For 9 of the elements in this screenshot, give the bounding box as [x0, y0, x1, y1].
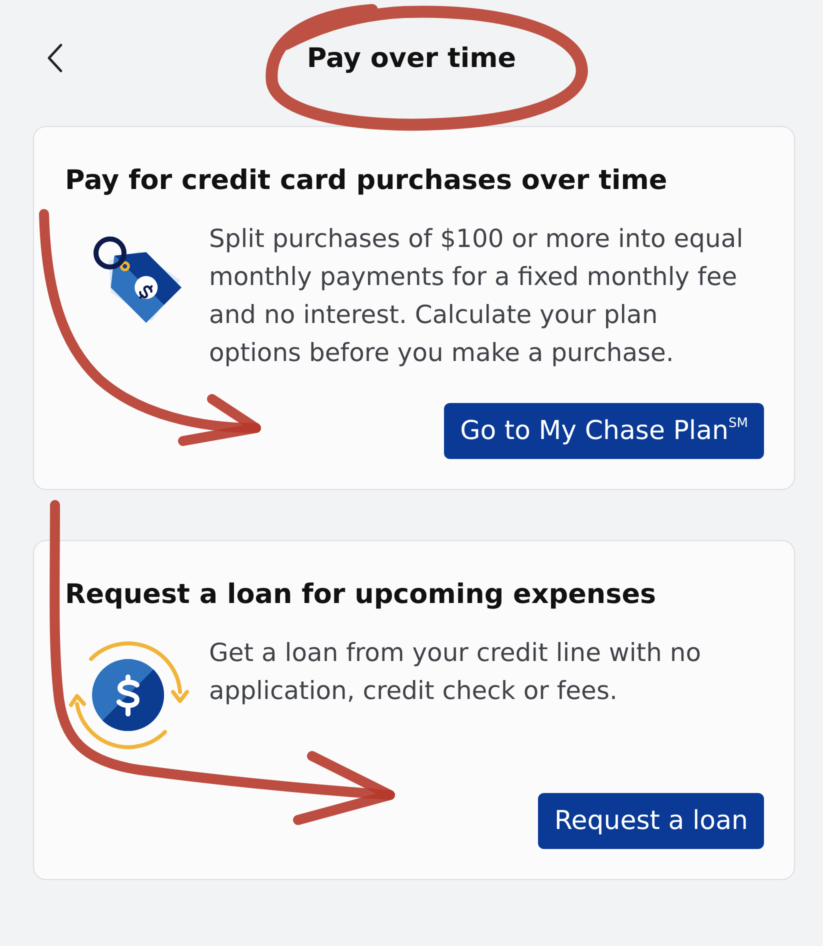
- action-button[interactable]: Go to My Chase Plan$^{SM}$: [444, 403, 764, 459]
- card-title: Request a loan for upcoming expenses: [65, 578, 658, 612]
- card-title: Pay for credit card purchases over time: [65, 164, 668, 198]
- card-description: Split purchases of $100 or more into equal monthly payments for a fixed monthly fee and no interest. Calculate your plan options before you make a purchase.: [209, 223, 744, 369]
- card-description: Get a loan from your credit line with no application, credit check or fees.: [209, 637, 702, 707]
- action-button[interactable]: Request a loan: [538, 793, 764, 849]
- back-icon: [46, 43, 64, 73]
- page-title: Pay over time: [306, 42, 516, 74]
- back-button[interactable]: [46, 43, 64, 73]
